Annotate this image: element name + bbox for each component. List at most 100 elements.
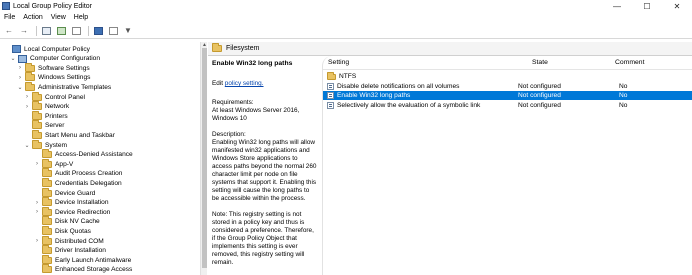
description-text: Enabling Win32 long paths will allow man… (212, 139, 317, 202)
settings-list: Setting State Comment NTFS Disable delete… (322, 56, 692, 275)
maximize-button[interactable]: ☐ (632, 0, 662, 12)
details-header: Filesystem (208, 42, 692, 56)
tree-item[interactable]: ⌄ Computer Configuration (10, 54, 100, 64)
computer-icon (18, 54, 27, 63)
tree-item-label: Device Redirection (55, 208, 111, 216)
expanded-chevron-icon[interactable]: ⌄ (17, 84, 23, 91)
menu-bar: File Action View Help (0, 12, 692, 23)
window-title: Local Group Policy Editor (13, 2, 92, 10)
tree-item[interactable]: Enhanced Storage Access (34, 264, 132, 275)
console-tree-icon (56, 26, 66, 35)
policy-row[interactable]: Enable Win32 long paths Not configured No (323, 91, 692, 101)
show-hide-tree-button[interactable] (55, 25, 67, 36)
expanded-chevron-icon[interactable]: ⌄ (24, 142, 30, 149)
setting-name: Disable delete notifications on all volu… (337, 82, 460, 90)
tree-item-label: App-V (55, 160, 74, 168)
extended-description: Enable Win32 long paths Edit policy sett… (208, 56, 321, 275)
note-text: Note: This registry setting is not store… (212, 211, 314, 266)
setting-state: Not configured (518, 82, 561, 90)
minimize-button[interactable]: — (602, 0, 632, 12)
tree-item-label: Printers (45, 112, 68, 120)
tree-scrollbar-thumb[interactable] (202, 48, 207, 268)
tree-item[interactable]: Printers (24, 110, 68, 121)
folder-icon (42, 264, 52, 274)
tree-item[interactable]: › Network (24, 101, 70, 112)
tree-item-label: Credentials Delegation (55, 179, 122, 187)
tree-item[interactable]: Local Computer Policy (4, 44, 90, 54)
edit-policy-link[interactable]: policy setting. (225, 80, 264, 87)
tree-item[interactable]: Server (24, 120, 65, 131)
toolbar: ← → ▼ (0, 23, 692, 39)
up-folder-button[interactable] (40, 25, 52, 36)
setting-comment: No (619, 82, 628, 90)
forward-button[interactable]: → (18, 25, 30, 36)
toolbar-separator (88, 25, 89, 36)
collapsed-chevron-icon[interactable]: › (17, 65, 23, 71)
column-comment[interactable]: Comment (615, 59, 644, 66)
tree-item-label: Early Launch Antimalware (55, 256, 132, 264)
tree-item-label: Server (45, 122, 65, 130)
requirements-text: At least Windows Server 2016, Windows 10 (212, 107, 300, 122)
filter-button[interactable]: ▼ (122, 25, 134, 36)
column-state[interactable]: State (532, 59, 548, 66)
folder-icon (42, 254, 52, 264)
expanded-chevron-icon[interactable]: ⌄ (10, 55, 16, 62)
help-icon (93, 26, 103, 35)
folder-icon (32, 91, 42, 101)
collapsed-chevron-icon[interactable]: › (17, 75, 23, 81)
tree-item[interactable]: Access-Denied Assistance (34, 149, 133, 160)
list-folder-row[interactable]: NTFS (323, 71, 692, 81)
tree-item-label: Device Guard (55, 189, 96, 197)
tree-item-label: Audit Process Creation (55, 170, 123, 178)
tree-item-label: Access-Denied Assistance (55, 151, 133, 159)
properties-button[interactable] (107, 25, 119, 36)
tree-item-label: Disk Quotas (55, 227, 91, 235)
menu-action[interactable]: Action (19, 14, 46, 21)
tree-item[interactable]: Start Menu and Taskbar (24, 129, 115, 140)
folder-icon (25, 62, 35, 72)
policy-row[interactable]: Disable delete notifications on all volu… (323, 82, 692, 91)
computer-policy-icon (12, 45, 21, 53)
tree-item-label: Network (45, 103, 70, 111)
menu-help[interactable]: Help (70, 14, 92, 21)
console-tree[interactable]: Local Computer Policy ⌄ Computer Configura… (0, 42, 207, 275)
back-button[interactable]: ← (3, 25, 15, 36)
export-list-button[interactable] (70, 25, 82, 36)
tree-item-label: Control Panel (45, 93, 85, 101)
window-controls: — ☐ ✕ (602, 0, 692, 12)
tree-item[interactable]: Credentials Delegation (34, 177, 122, 188)
setting-state: Not configured (518, 92, 561, 100)
collapsed-chevron-icon[interactable]: › (34, 209, 40, 215)
collapsed-chevron-icon[interactable]: › (34, 200, 40, 206)
column-setting[interactable]: Setting (328, 59, 349, 66)
menu-view[interactable]: View (47, 14, 70, 21)
tree-item-label: Start Menu and Taskbar (45, 131, 115, 139)
policy-row[interactable]: Selectively allow the evaluation of a sy… (323, 101, 692, 110)
current-folder-title: Filesystem (226, 45, 260, 52)
title-bar: Local Group Policy Editor — ☐ ✕ (0, 0, 692, 12)
help-button[interactable] (92, 25, 104, 36)
group-policy-app-icon (2, 2, 10, 10)
tree-item[interactable]: ⌄ Administrative Templates (17, 81, 112, 92)
tree-item-label: Local Computer Policy (24, 45, 90, 53)
folder-icon (42, 245, 52, 255)
collapsed-chevron-icon[interactable]: › (24, 94, 30, 100)
tree-item-label: Windows Settings (38, 74, 91, 82)
close-button[interactable]: ✕ (662, 0, 692, 12)
tree-scrollbar[interactable]: ▲ (200, 42, 207, 275)
tree-item[interactable]: › App-V (34, 158, 74, 169)
tree-item-label: Administrative Templates (38, 83, 112, 91)
list-header: Setting State Comment (323, 56, 692, 70)
folder-icon (42, 206, 52, 216)
collapsed-chevron-icon[interactable]: › (24, 104, 30, 110)
tree-item-label: Distributed COM (55, 237, 104, 245)
tree-item-label: Device Installation (55, 199, 109, 207)
folder-icon (212, 43, 222, 52)
menu-file[interactable]: File (0, 14, 19, 21)
collapsed-chevron-icon[interactable]: › (34, 238, 40, 244)
tree-item[interactable]: Disk Quotas (34, 225, 91, 236)
requirements: Requirements: At least Windows Server 20… (212, 99, 317, 123)
collapsed-chevron-icon[interactable]: › (34, 161, 40, 167)
description-label: Description: (212, 131, 246, 138)
tree-item-label: Computer Configuration (30, 55, 101, 63)
